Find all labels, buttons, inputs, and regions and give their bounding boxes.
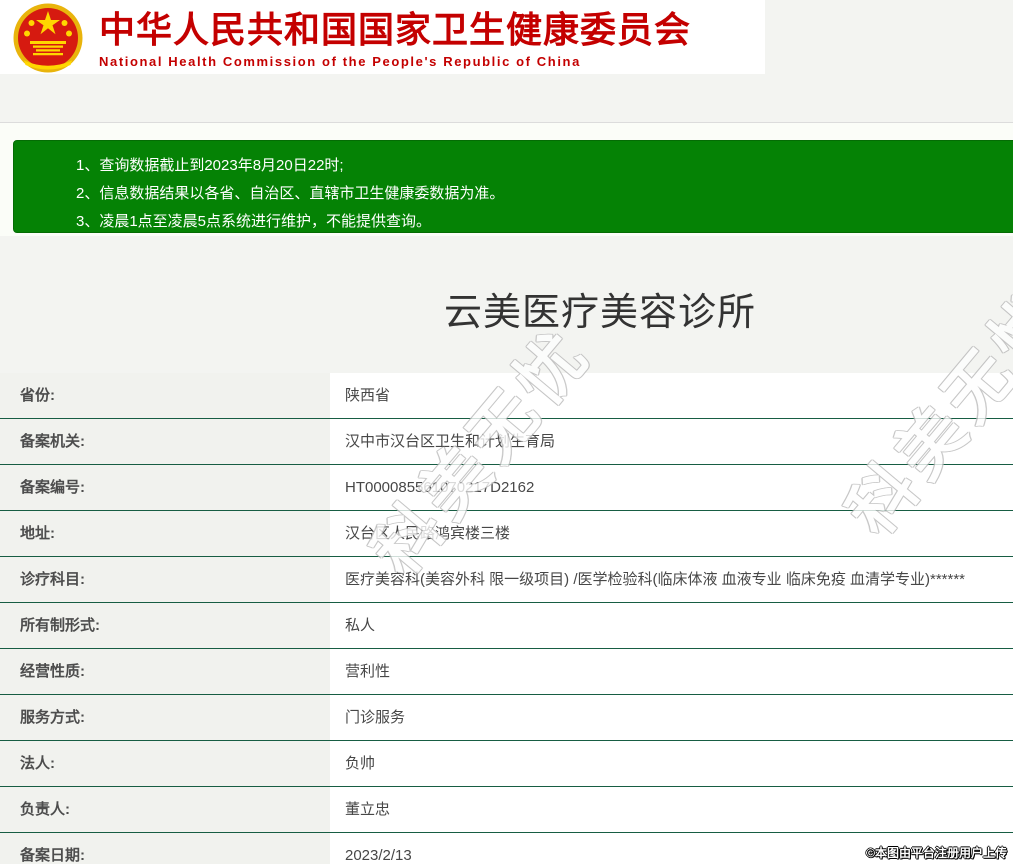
row-label: 经营性质:: [0, 649, 330, 694]
national-emblem-icon: [9, 2, 87, 74]
row-value: 营利性: [330, 649, 1013, 694]
row-value: HT000085561070217D2162: [330, 465, 1013, 510]
notice-line-1: 1、查询数据截止到2023年8月20日22时;: [76, 152, 1013, 180]
page: 中华人民共和国国家卫生健康委员会 National Health Commiss…: [0, 0, 1013, 864]
table-row: 备案编号: HT000085561070217D2162: [0, 465, 1013, 511]
record-section: 云美医疗美容诊所 省份: 陕西省 备案机关: 汉中市汉台区卫生和计划生育局 备案…: [0, 281, 1013, 864]
table-row: 所有制形式: 私人: [0, 603, 1013, 649]
clinic-name-title: 云美医疗美容诊所: [0, 281, 1013, 336]
site-title-en: National Health Commission of the People…: [99, 54, 691, 69]
notice-line-3: 3、凌晨1点至凌晨5点系统进行维护，不能提供查询。: [76, 208, 1013, 236]
site-header: 中华人民共和国国家卫生健康委员会 National Health Commiss…: [0, 0, 765, 74]
notice-line-2: 2、信息数据结果以各省、自治区、直辖市卫生健康委数据为准。: [76, 180, 1013, 208]
row-value: 医疗美容科(美容外科 限一级项目) /医学检验科(临床体液 血液专业 临床免疫 …: [330, 557, 1013, 602]
row-label: 所有制形式:: [0, 603, 330, 648]
row-label: 法人:: [0, 741, 330, 786]
row-value: 私人: [330, 603, 1013, 648]
row-value: 汉中市汉台区卫生和计划生育局: [330, 419, 1013, 464]
table-row: 备案日期: 2023/2/13: [0, 833, 1013, 864]
notice-panel: 1、查询数据截止到2023年8月20日22时; 2、信息数据结果以各省、自治区、…: [0, 123, 1013, 236]
table-row: 服务方式: 门诊服务: [0, 695, 1013, 741]
row-label: 备案机关:: [0, 419, 330, 464]
record-table: 省份: 陕西省 备案机关: 汉中市汉台区卫生和计划生育局 备案编号: HT000…: [0, 373, 1013, 864]
table-row: 省份: 陕西省: [0, 373, 1013, 419]
row-label: 地址:: [0, 511, 330, 556]
row-label: 省份:: [0, 373, 330, 418]
row-value: 汉台区人民路鸿宾楼三楼: [330, 511, 1013, 556]
row-label: 诊疗科目:: [0, 557, 330, 602]
row-label: 备案日期:: [0, 833, 330, 864]
table-row: 诊疗科目: 医疗美容科(美容外科 限一级项目) /医学检验科(临床体液 血液专业…: [0, 557, 1013, 603]
table-row: 备案机关: 汉中市汉台区卫生和计划生育局: [0, 419, 1013, 465]
table-row: 地址: 汉台区人民路鸿宾楼三楼: [0, 511, 1013, 557]
row-value: 门诊服务: [330, 695, 1013, 740]
header-titles: 中华人民共和国国家卫生健康委员会 National Health Commiss…: [99, 0, 691, 69]
row-label: 负责人:: [0, 787, 330, 832]
row-value: 负帅: [330, 741, 1013, 786]
notice-box: 1、查询数据截止到2023年8月20日22时; 2、信息数据结果以各省、自治区、…: [13, 140, 1013, 233]
table-row: 负责人: 董立忠: [0, 787, 1013, 833]
upload-attribution-caption: ©本图由平台注册用户上传: [866, 844, 1007, 861]
row-label: 备案编号:: [0, 465, 330, 510]
row-label: 服务方式:: [0, 695, 330, 740]
site-title-cn: 中华人民共和国国家卫生健康委员会: [99, 11, 691, 49]
table-row: 法人: 负帅: [0, 741, 1013, 787]
row-value: 董立忠: [330, 787, 1013, 832]
row-value: 陕西省: [330, 373, 1013, 418]
table-row: 经营性质: 营利性: [0, 649, 1013, 695]
header-divider: [0, 74, 1013, 123]
